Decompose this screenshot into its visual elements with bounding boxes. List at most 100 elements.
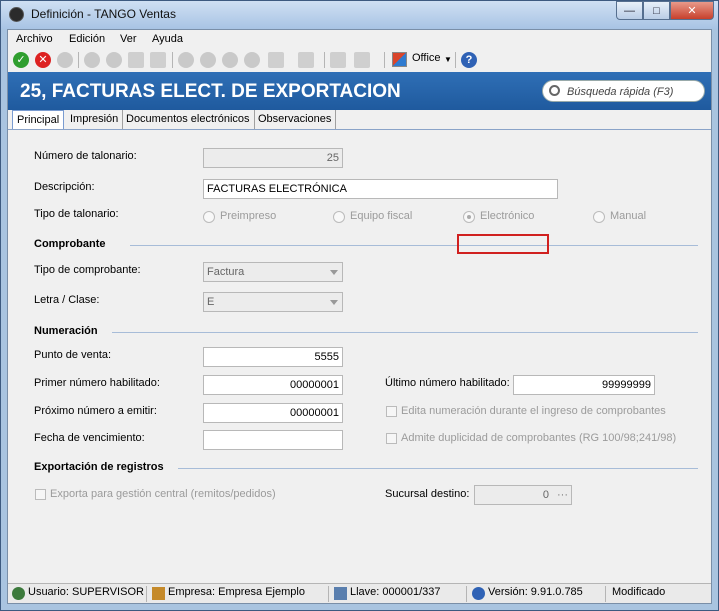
sucursal-destino-value: 0 <box>542 489 549 501</box>
chevron-down-icon <box>330 300 338 305</box>
minimize-button[interactable]: — <box>616 1 643 20</box>
primer-numero-label: Primer número habilitado: <box>34 377 160 389</box>
numero-talonario-label: Número de talonario: <box>34 150 137 162</box>
accept-icon[interactable]: ✓ <box>13 52 29 68</box>
letra-clase-label: Letra / Clase: <box>34 294 100 306</box>
toolbar: ✓ ✕ Office ▼ ? <box>8 49 711 71</box>
page-title: 25, FACTURAS ELECT. DE EXPORTACION <box>20 81 401 102</box>
electronico-highlight-box <box>457 234 549 254</box>
menu-ver[interactable]: Ver <box>120 33 137 45</box>
quick-search-input[interactable]: Búsqueda rápida (F3) <box>542 80 705 102</box>
primer-numero-field[interactable]: 00000001 <box>203 375 343 395</box>
tipo-comprobante-label: Tipo de comprobante: <box>34 264 141 276</box>
next-record-icon <box>222 52 238 68</box>
ultimo-numero-field[interactable]: 99999999 <box>513 375 655 395</box>
status-empresa: Empresa: Empresa Ejemplo <box>150 586 329 602</box>
sucursal-destino-label: Sucursal destino: <box>385 488 470 500</box>
toolbar-separator <box>78 52 79 68</box>
status-usuario: Usuario: SUPERVISOR <box>10 586 147 602</box>
previous-record-icon <box>200 52 216 68</box>
fecha-vencimiento-field[interactable] <box>203 430 343 450</box>
radio-electronico <box>463 211 475 223</box>
radio-preimpreso <box>203 211 215 223</box>
first-record-icon <box>178 52 194 68</box>
tab-principal[interactable]: Principal <box>12 110 65 129</box>
tab-documentos-electronicos[interactable]: Documentos electrónicos <box>122 110 255 129</box>
sucursal-destino-field: 0 ··· <box>474 485 572 505</box>
info-icon <box>472 587 485 600</box>
status-version-text: Versión: 9.91.0.785 <box>488 586 583 598</box>
letra-clase-select: E <box>203 292 343 312</box>
fecha-vencimiento-label: Fecha de vencimiento: <box>34 432 145 444</box>
tab-observaciones[interactable]: Observaciones <box>254 110 337 129</box>
sort-icon <box>354 52 370 68</box>
ultimo-numero-label: Último número habilitado: <box>385 377 510 389</box>
app-logo-icon <box>9 7 24 22</box>
last-record-icon <box>244 52 260 68</box>
filter-icon <box>298 52 314 68</box>
section-divider <box>178 468 698 469</box>
copy-icon <box>150 52 166 68</box>
search-icon <box>549 85 560 96</box>
status-empresa-text: Empresa: Empresa Ejemplo <box>168 586 305 598</box>
client-area: Archivo Edición Ver Ayuda ✓ ✕ Office ▼ ?… <box>7 29 712 604</box>
cancel-icon[interactable]: ✕ <box>35 52 51 68</box>
save-icon <box>106 52 122 68</box>
exporta-label: Exporta para gestión central (remitos/pe… <box>50 488 276 500</box>
title-bar[interactable]: Definición - TANGO Ventas — □ ✕ <box>1 1 718 29</box>
menu-archivo[interactable]: Archivo <box>16 33 53 45</box>
punto-venta-label: Punto de venta: <box>34 349 112 361</box>
tab-bar: Principal Impresión Documentos electróni… <box>8 110 711 129</box>
menu-ayuda[interactable]: Ayuda <box>152 33 183 45</box>
descripcion-field[interactable]: FACTURAS ELECTRÓNICA <box>203 179 558 199</box>
menu-edicion[interactable]: Edición <box>69 33 105 45</box>
proximo-numero-label: Próximo número a emitir: <box>34 405 157 417</box>
proximo-numero-field[interactable]: 00000001 <box>203 403 343 423</box>
toolbar-separator <box>172 52 173 68</box>
radio-manual <box>593 211 605 223</box>
admite-duplicidad-checkbox <box>386 433 397 444</box>
window-title: Definición - TANGO Ventas <box>31 7 176 21</box>
letra-clase-value: E <box>207 296 215 308</box>
chevron-down-icon <box>330 270 338 275</box>
key-icon <box>334 587 347 600</box>
numero-talonario-field: 25 <box>203 148 343 168</box>
radio-equipo-fiscal-label: Equipo fiscal <box>350 210 413 222</box>
edita-numeracion-checkbox <box>386 406 397 417</box>
window-controls: — □ ✕ <box>616 1 714 21</box>
help-icon[interactable]: ? <box>461 52 477 68</box>
office-button[interactable]: Office <box>412 52 441 64</box>
numeracion-section-title: Numeración <box>34 325 98 337</box>
ellipsis-icon: ··· <box>557 489 568 501</box>
section-divider <box>130 245 698 246</box>
tipo-comprobante-select: Factura <box>203 262 343 282</box>
office-icon[interactable] <box>392 52 407 67</box>
tipo-comprobante-value: Factura <box>207 266 245 278</box>
descripcion-label: Descripción: <box>34 181 95 193</box>
radio-manual-label: Manual <box>610 210 647 222</box>
toolbar-separator <box>324 52 325 68</box>
edita-numeracion-label: Edita numeración durante el ingreso de c… <box>401 405 666 417</box>
tab-impresion[interactable]: Impresión <box>66 110 124 129</box>
delete-icon <box>84 52 100 68</box>
app-window: Definición - TANGO Ventas — □ ✕ Archivo … <box>0 0 719 611</box>
office-dropdown-icon[interactable]: ▼ <box>444 55 452 64</box>
status-usuario-text: Usuario: SUPERVISOR <box>28 586 144 598</box>
radio-preimpreso-label: Preimpreso <box>220 210 277 222</box>
punto-venta-field[interactable]: 5555 <box>203 347 343 367</box>
comprobante-section-title: Comprobante <box>34 238 106 250</box>
status-estado: Modificado <box>612 586 666 598</box>
user-icon <box>12 587 25 600</box>
menu-bar: Archivo Edición Ver Ayuda <box>8 30 711 48</box>
print-icon <box>128 52 144 68</box>
close-button[interactable]: ✕ <box>670 1 714 20</box>
admite-duplicidad-label: Admite duplicidad de comprobantes (RG 10… <box>401 432 677 444</box>
status-bar: Usuario: SUPERVISOR Empresa: Empresa Eje… <box>8 583 711 603</box>
add-icon <box>57 52 73 68</box>
radio-equipo-fiscal <box>333 211 345 223</box>
header-band: 25, FACTURAS ELECT. DE EXPORTACION Búsqu… <box>8 72 711 110</box>
status-llave-text: Llave: 000001/337 <box>350 586 441 598</box>
maximize-button[interactable]: □ <box>643 1 670 20</box>
toolbar-separator <box>384 52 385 68</box>
tipo-talonario-label: Tipo de talonario: <box>34 208 119 220</box>
